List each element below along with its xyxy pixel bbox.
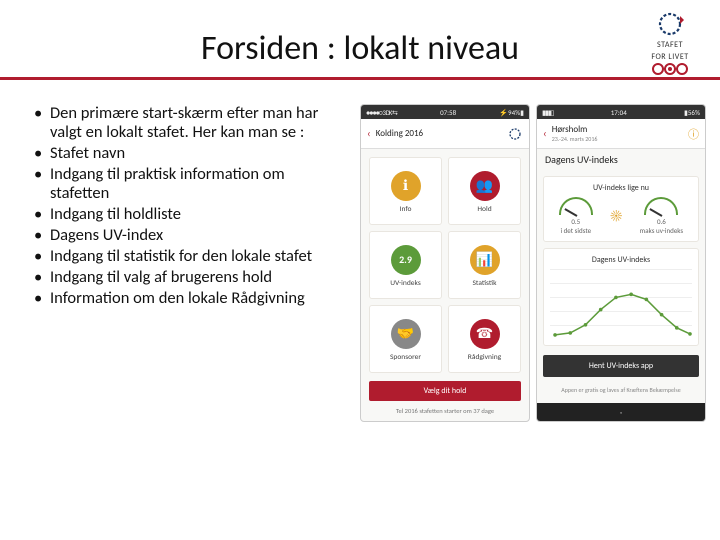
tile-icon: 🤝 (391, 319, 421, 349)
logo-text-2: FOR LIVET (630, 52, 710, 62)
tile-label: Info (400, 205, 412, 214)
home-tile[interactable]: 📊 Statistik (448, 231, 521, 299)
home-tile[interactable]: ☎ Rådgivning (448, 305, 521, 373)
bullet-item: Dagens UV-index (28, 226, 328, 245)
back-icon[interactable]: ‹ (543, 127, 547, 140)
tile-icon: ☎ (470, 319, 500, 349)
bullet-item: Indgang til holdliste (28, 205, 328, 224)
bullet-item: Information om den lokale Rådgivning (28, 289, 328, 308)
appbar-title: Kolding 2016 (376, 128, 502, 139)
sun-icon: ☀ (610, 207, 622, 226)
bullet-item: Den primære start-skærm efter man har va… (28, 104, 328, 142)
download-app-button[interactable]: Hent UV-indeks app (543, 355, 699, 377)
tile-label: Statistik (472, 279, 496, 288)
slide-title: Forsiden : lokalt niveau (201, 28, 519, 69)
countdown-text: Tel 2016 stafetten starter om 37 dage (361, 405, 529, 421)
brand-logo: STAFET FOR LIVET (630, 10, 710, 76)
bullet-item: Indgang til valg af brugerens hold (28, 268, 328, 287)
info-icon[interactable]: ⓘ (688, 126, 699, 142)
tile-icon: ℹ (391, 171, 421, 201)
gauge-icon (559, 197, 593, 215)
tile-label: Sponsorer (390, 353, 421, 362)
choose-team-button[interactable]: Vælg dit hold (369, 381, 521, 401)
phone-mock-home: ●●●●○ 3 DK ⇆ 07:58 ⚡94%▮ ‹ Kolding 2016 … (360, 104, 530, 422)
tile-label: Rådgivning (468, 353, 501, 362)
tile-label: UV-indeks (390, 279, 421, 288)
tile-icon: 2.9 (391, 245, 421, 275)
appbar-subtitle: 23.-24. marts 2016 (552, 135, 683, 143)
tile-icon: 📊 (470, 245, 500, 275)
gauge-icon (644, 197, 678, 215)
status-bar: ▮▮▮▯ 17:04 ▮56% (537, 105, 705, 119)
home-tile[interactable]: 👥 Hold (448, 157, 521, 225)
app-bar: ‹ Hørsholm 23.-24. marts 2016 ⓘ (537, 119, 705, 149)
bullet-item: Indgang til praktisk information om staf… (28, 165, 328, 203)
app-bar: ‹ Kolding 2016 (361, 119, 529, 149)
bullet-item: Indgang til statistik for den lokale sta… (28, 247, 328, 266)
tile-icon: 👥 (470, 171, 500, 201)
phone-mock-uv: ▮▮▮▯ 17:04 ▮56% ‹ Hørsholm 23.-24. marts… (536, 104, 706, 422)
bullet-item: Stafet navn (28, 144, 328, 163)
page-heading: Dagens UV-indeks (537, 149, 705, 170)
home-tile[interactable]: 🤝 Sponsorer (369, 305, 442, 373)
uv-footer: Appen er gratis og laves af Kræftens Bek… (543, 383, 699, 397)
bullet-column: Den primære start-skærm efter man har va… (28, 104, 328, 422)
appbar-title: Hørsholm (552, 124, 683, 135)
rings-icon (648, 62, 692, 76)
bottom-tab-bar: ◦ (537, 403, 705, 421)
appbar-logo-icon (507, 126, 523, 142)
logo-text-1: STAFET (630, 40, 710, 50)
status-bar: ●●●●○ 3 DK ⇆ 07:58 ⚡94%▮ (361, 105, 529, 119)
home-tile[interactable]: 2.9 UV-indeks (369, 231, 442, 299)
uv-chart-card: Dagens UV-indeks (543, 248, 699, 346)
uv-now-card: UV-indeks lige nu 0.5 i det sidste ☀ 0 (543, 176, 699, 242)
home-tile[interactable]: ℹ Info (369, 157, 442, 225)
tile-label: Hold (477, 205, 491, 214)
slide-header: Forsiden : lokalt niveau (0, 0, 720, 75)
back-icon[interactable]: ‹ (367, 127, 371, 140)
